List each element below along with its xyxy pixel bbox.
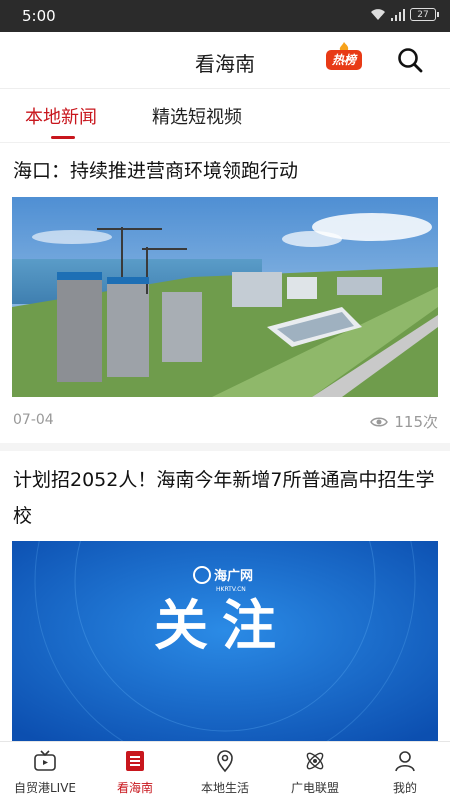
person-icon bbox=[395, 751, 415, 772]
construction-aerial-photo bbox=[12, 197, 438, 397]
tv-icon bbox=[34, 750, 56, 771]
status-bar: 5:00 27 bbox=[0, 0, 450, 32]
eye-icon bbox=[370, 417, 389, 426]
haiguang-banner: 海广网 HKRTV.CN 关注 bbox=[12, 541, 438, 741]
article-image[interactable] bbox=[12, 197, 438, 397]
view-count-label: 115次 bbox=[394, 413, 438, 431]
signal-icon bbox=[391, 8, 405, 21]
list-icon bbox=[126, 751, 144, 771]
nav-item-kanhainan[interactable]: 看海南 bbox=[90, 742, 180, 801]
banner-logo-sub: HKRTV.CN bbox=[216, 586, 246, 593]
wifi-icon bbox=[371, 9, 385, 20]
atom-icon bbox=[306, 752, 324, 770]
nav-item-live[interactable]: 自贸港LIVE bbox=[0, 742, 90, 801]
nav-label: 我的 bbox=[392, 781, 417, 795]
search-icon[interactable] bbox=[396, 46, 424, 74]
tab-short-videos[interactable]: 精选短视频 bbox=[152, 103, 242, 129]
tab-indicator bbox=[51, 136, 75, 139]
article-image[interactable]: 海广网 HKRTV.CN 关注 bbox=[12, 541, 438, 741]
banner-text: 关注 bbox=[154, 594, 290, 657]
nav-item-local-life[interactable]: 本地生活 bbox=[180, 742, 270, 801]
nav-label: 本地生活 bbox=[200, 781, 249, 795]
bottom-nav: 自贸港LIVE 看海南 本地生活 广电联盟 我的 bbox=[0, 741, 450, 801]
nav-item-mine[interactable]: 我的 bbox=[360, 742, 450, 801]
page-title: 看海南 bbox=[195, 52, 255, 76]
nav-label: 看海南 bbox=[116, 781, 153, 795]
view-count: 115次 bbox=[370, 411, 438, 432]
nav-item-alliance[interactable]: 广电联盟 bbox=[270, 742, 360, 801]
banner-logo: 海广网 bbox=[214, 568, 253, 584]
hot-list-button[interactable]: 热榜 bbox=[324, 42, 364, 72]
hot-badge-label: 热榜 bbox=[326, 50, 362, 70]
battery-icon: 27 bbox=[410, 8, 439, 21]
divider bbox=[0, 443, 450, 451]
status-time: 5:00 bbox=[22, 7, 56, 25]
tab-local-news[interactable]: 本地新闻 bbox=[25, 103, 97, 129]
nav-label: 广电联盟 bbox=[290, 781, 339, 795]
app-header: 看海南 热榜 bbox=[0, 32, 450, 89]
location-pin-icon bbox=[217, 750, 233, 773]
nav-label: 自贸港LIVE bbox=[13, 781, 77, 795]
article-title[interactable]: 计划招2052人！海南今年新增7所普通高中招生学校 bbox=[13, 462, 437, 534]
article-date: 07-04 bbox=[13, 412, 54, 428]
tab-bar: 本地新闻 精选短视频 bbox=[0, 88, 450, 143]
article-title[interactable]: 海口：持续推进营商环境领跑行动 bbox=[13, 153, 437, 189]
